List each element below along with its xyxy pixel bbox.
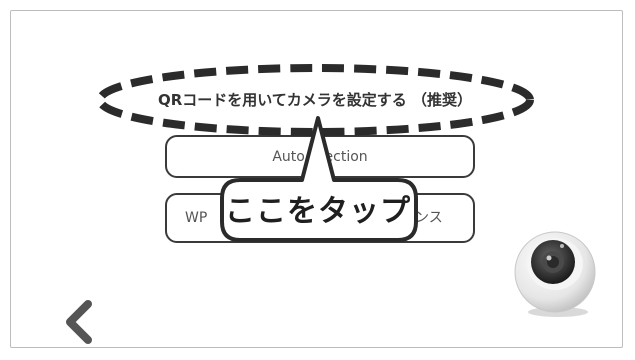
qr-setup-label: QRコードを用いてカメラを設定する （推奨） xyxy=(157,90,473,109)
wps-label-prefix: WP xyxy=(185,210,208,226)
camera-icon xyxy=(514,231,596,317)
auto-detection-label: Auto D ection xyxy=(272,148,368,165)
tap-here-label: ここをタップ xyxy=(225,194,411,229)
auto-detection-button[interactable]: Auto D ection xyxy=(165,135,475,178)
chevron-left-icon[interactable] xyxy=(58,298,98,346)
wps-label-suffix: ンス xyxy=(415,210,443,226)
qr-setup-button[interactable]: QRコードを用いてカメラを設定する （推奨） xyxy=(112,78,518,120)
